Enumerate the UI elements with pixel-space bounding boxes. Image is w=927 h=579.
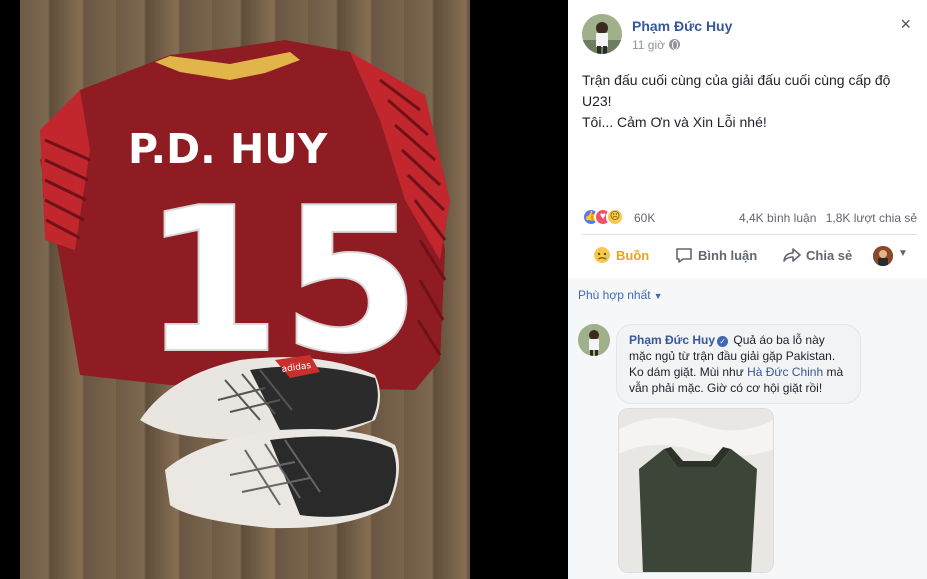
engagement-counts: 4,4K bình luận 1,8K lượt chia sẻ bbox=[733, 211, 917, 225]
comment-sort-label: Phù hợp nhất bbox=[578, 288, 651, 302]
verified-badge-icon: ✓ bbox=[717, 336, 729, 347]
post-meta: 11 giờ bbox=[632, 38, 680, 52]
comment-icon bbox=[674, 246, 694, 264]
sad-face-icon bbox=[592, 246, 612, 264]
post-actions: Buồn Bình luận Chia sẻ ▼ bbox=[582, 240, 917, 272]
share-button-label: Chia sẻ bbox=[806, 248, 853, 263]
reaction-button-label: Buồn bbox=[616, 248, 650, 263]
jersey-and-boots-image: P.D. HUY 15 adidas bbox=[40, 40, 450, 529]
reaction-button[interactable]: Buồn bbox=[592, 246, 649, 264]
globe-icon bbox=[669, 39, 680, 50]
post-header: Phạm Đức Huy 11 giờ × bbox=[582, 14, 917, 54]
photo-viewer: P.D. HUY 15 adidas Phạm Đức Huy 11 giờ ×… bbox=[0, 0, 927, 579]
divider bbox=[582, 234, 917, 235]
post-author-name[interactable]: Phạm Đức Huy bbox=[632, 18, 732, 34]
post-text-line-2: Tôi... Cảm Ơn và Xin Lỗi nhé! bbox=[582, 114, 767, 130]
reactions-summary: 👍 ♥ ☹ 60K 4,4K bình luận 1,8K lượt chia … bbox=[582, 206, 917, 228]
comments-count[interactable]: 4,4K bình luận bbox=[739, 211, 816, 225]
comments-section: Phù hợp nhất ▼ Phạm Đức Huy ✓ Quả áo ba lỗ… bbox=[568, 278, 927, 579]
commenter-avatar[interactable] bbox=[578, 324, 610, 356]
post-as-avatar[interactable] bbox=[873, 246, 893, 266]
share-button[interactable]: Chia sẻ bbox=[782, 246, 852, 264]
comment-button[interactable]: Bình luận bbox=[674, 246, 757, 264]
caret-down-icon: ▼ bbox=[653, 291, 663, 301]
post-panel: Phạm Đức Huy 11 giờ × Trận đấu cuối cùng… bbox=[568, 0, 927, 579]
post-text: Trận đấu cuối cùng của giải đấu cuối cùn… bbox=[582, 70, 912, 133]
close-icon[interactable]: × bbox=[900, 14, 911, 35]
shares-count[interactable]: 1,8K lượt chia sẻ bbox=[826, 211, 917, 225]
post-text-line-1: Trận đấu cuối cùng của giải đấu cuối cùn… bbox=[582, 72, 891, 109]
reaction-count[interactable]: 60K bbox=[634, 211, 655, 225]
comment-sort-dropdown[interactable]: Phù hợp nhất ▼ bbox=[578, 288, 663, 302]
comment-author[interactable]: Phạm Đức Huy bbox=[629, 333, 715, 347]
reaction-icons[interactable]: 👍 ♥ ☹ bbox=[582, 208, 630, 226]
tank-top-image bbox=[619, 409, 773, 572]
comment-button-label: Bình luận bbox=[698, 248, 758, 263]
post-time[interactable]: 11 giờ bbox=[632, 38, 665, 52]
chevron-down-icon[interactable]: ▼ bbox=[898, 248, 908, 259]
comment-bubble: Phạm Đức Huy ✓ Quả áo ba lỗ này mặc ngủ t… bbox=[616, 324, 861, 404]
comment-photo[interactable] bbox=[618, 408, 774, 573]
boot-right-image bbox=[165, 429, 399, 529]
comment-mention[interactable]: Hà Đức Chinh bbox=[747, 365, 823, 379]
photo-area: P.D. HUY 15 adidas bbox=[0, 0, 568, 579]
author-avatar[interactable] bbox=[582, 14, 622, 54]
share-icon bbox=[782, 246, 802, 264]
author-avatar-image bbox=[582, 14, 622, 54]
sad-reaction-icon: ☹ bbox=[606, 208, 624, 226]
post-photo[interactable]: P.D. HUY 15 adidas bbox=[20, 0, 470, 579]
